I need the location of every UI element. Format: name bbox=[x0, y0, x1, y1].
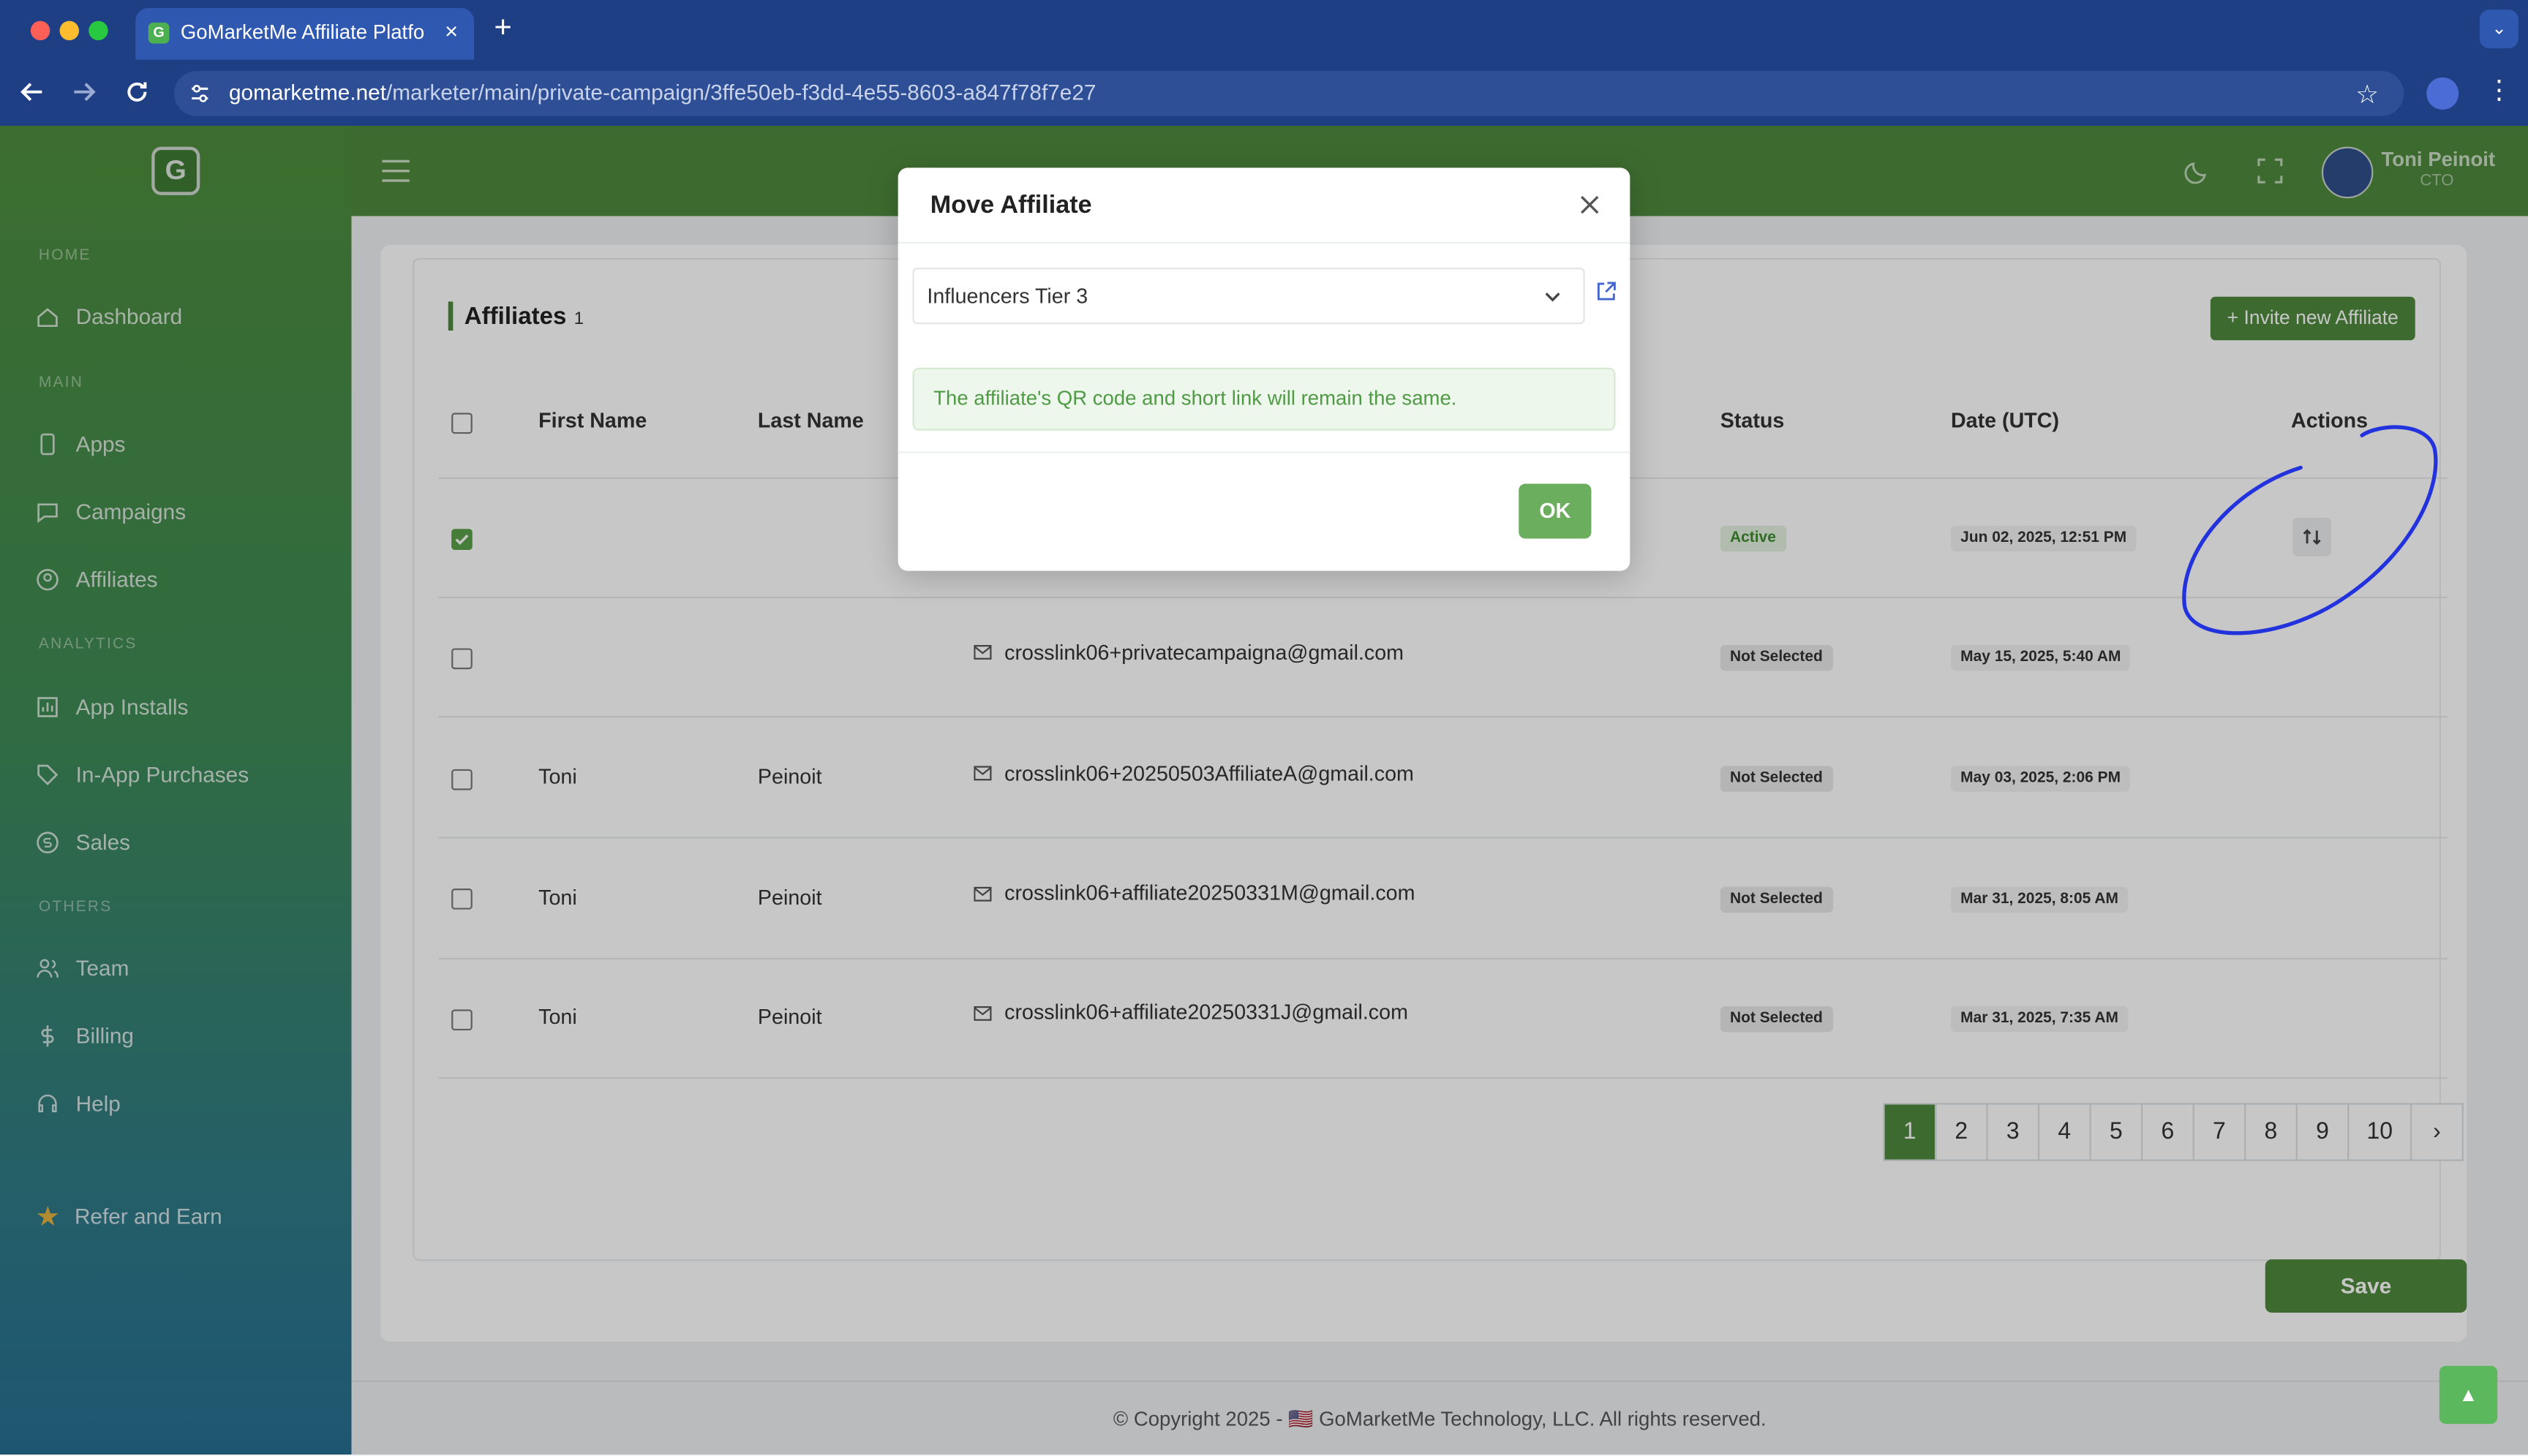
external-link-icon[interactable] bbox=[1596, 281, 1617, 302]
site-settings-icon[interactable] bbox=[189, 82, 211, 105]
back-icon[interactable] bbox=[18, 78, 47, 107]
favicon-icon: G bbox=[148, 22, 170, 44]
reload-icon[interactable] bbox=[123, 78, 152, 107]
info-alert: The affiliate's QR code and short link w… bbox=[912, 367, 1616, 431]
modal-footer-divider bbox=[898, 451, 1630, 453]
new-tab-icon[interactable]: + bbox=[490, 12, 516, 45]
window-close-dot[interactable] bbox=[30, 20, 50, 41]
browser-menu-icon[interactable]: ⋮ bbox=[2486, 74, 2512, 110]
browser-chrome: G GoMarketMe Affiliate Platform × + ⌄ go… bbox=[0, 0, 2528, 126]
tab-close-icon[interactable]: × bbox=[439, 18, 464, 43]
window-minimize-dot[interactable] bbox=[59, 20, 80, 41]
ok-button[interactable]: OK bbox=[1519, 483, 1592, 539]
modal-title: Move Affiliate bbox=[930, 192, 1092, 219]
annotation-circle bbox=[2169, 416, 2451, 650]
chevron-down-icon bbox=[1543, 287, 1562, 306]
bookmark-star-icon[interactable]: ☆ bbox=[2355, 79, 2379, 111]
info-alert-text: The affiliate's QR code and short link w… bbox=[933, 387, 1457, 410]
forward-icon[interactable] bbox=[69, 78, 99, 107]
tab-title: GoMarketMe Affiliate Platform bbox=[180, 20, 426, 44]
profile-icon[interactable] bbox=[2426, 77, 2459, 110]
tab-search-icon[interactable]: ⌄ bbox=[2479, 10, 2518, 49]
move-affiliate-modal: Move Affiliate Influencers Tier 3 The af… bbox=[898, 167, 1630, 571]
close-icon[interactable] bbox=[1577, 192, 1603, 217]
modal-divider bbox=[898, 241, 1630, 244]
browser-tab[interactable]: G GoMarketMe Affiliate Platform × bbox=[135, 8, 475, 60]
address-bar[interactable]: gomarketme.net/marketer/main/private-cam… bbox=[174, 71, 2404, 116]
campaign-select[interactable]: Influencers Tier 3 bbox=[912, 268, 1585, 325]
scroll-top-button[interactable]: ▲ bbox=[2439, 1365, 2498, 1425]
window-zoom-dot[interactable] bbox=[89, 20, 108, 41]
url-text: gomarketme.net/marketer/main/private-cam… bbox=[228, 80, 1096, 105]
selected-campaign: Influencers Tier 3 bbox=[927, 284, 1088, 309]
